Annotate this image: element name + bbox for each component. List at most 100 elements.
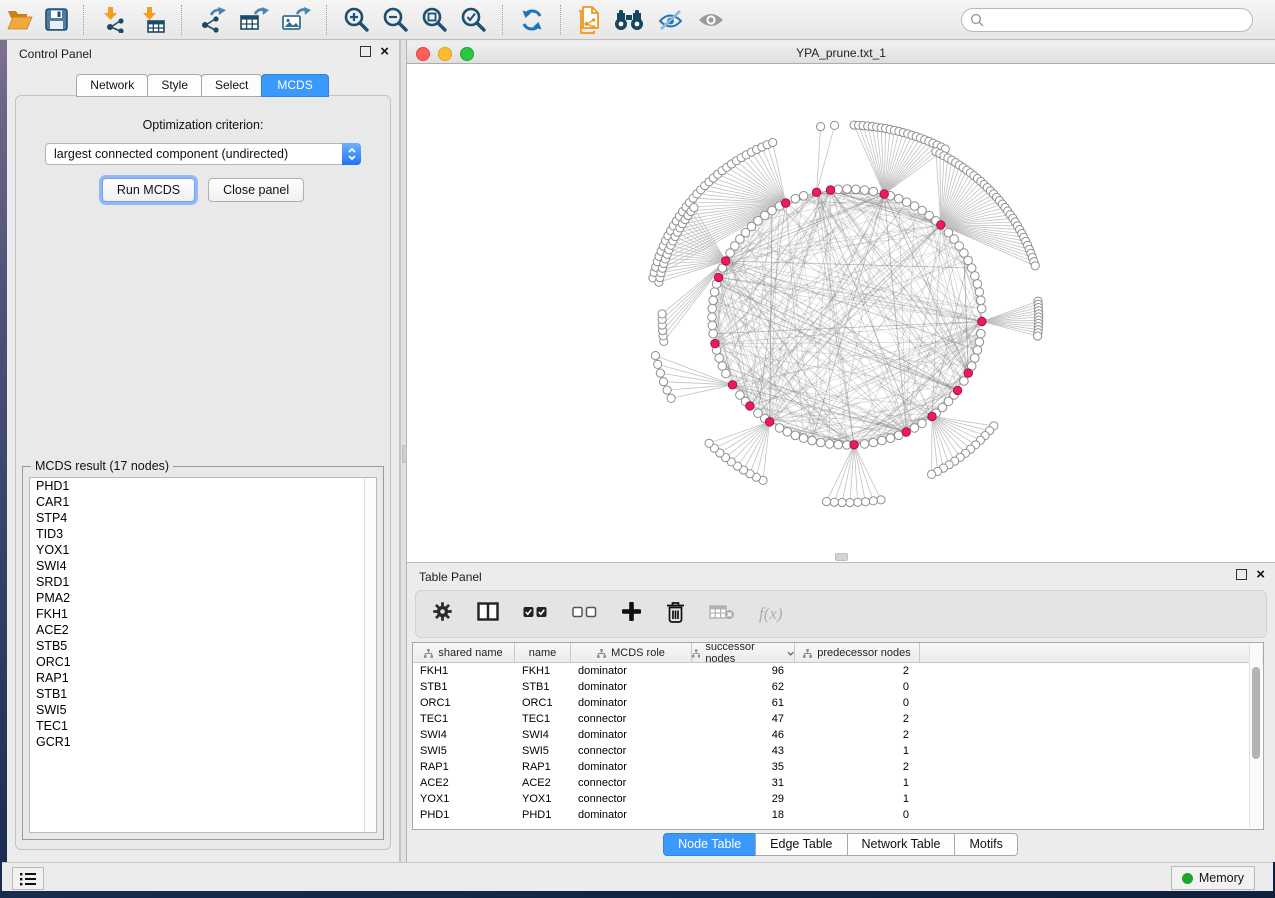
network-canvas[interactable] — [407, 64, 1275, 562]
close-panel-button[interactable]: Close panel — [208, 178, 304, 202]
mcds-result-list[interactable]: PHD1CAR1STP4TID3YOX1SWI4SRD1PMA2FKH1ACE2… — [29, 477, 377, 833]
close-panel-icon[interactable]: × — [1256, 569, 1265, 580]
window-zoom-icon[interactable] — [460, 47, 474, 61]
split-panel-icon[interactable] — [477, 602, 499, 626]
mcds-hub-node[interactable] — [964, 369, 972, 377]
mcds-hub-node[interactable] — [880, 190, 888, 198]
add-column-icon[interactable] — [621, 601, 642, 627]
network-node[interactable] — [708, 321, 717, 330]
mcds-hub-node[interactable] — [765, 418, 773, 426]
network-node[interactable] — [718, 362, 727, 371]
window-minimize-icon[interactable] — [438, 47, 452, 61]
zoom-fit-icon[interactable] — [415, 3, 454, 37]
mcds-list-scrollbar[interactable] — [364, 478, 376, 832]
column-header-name[interactable]: name — [515, 643, 571, 663]
float-panel-icon[interactable] — [360, 46, 371, 57]
delete-column-icon[interactable] — [666, 601, 685, 628]
mcds-hub-node[interactable] — [722, 257, 730, 265]
open-session-icon[interactable] — [0, 3, 39, 37]
table-row[interactable]: RAP1RAP1dominator352 — [413, 759, 1263, 775]
network-node[interactable] — [709, 296, 718, 305]
mcds-hub-node[interactable] — [902, 428, 910, 436]
table-row[interactable]: YOX1YOX1connector291 — [413, 791, 1263, 807]
network-node[interactable] — [690, 204, 698, 212]
mcds-result-item[interactable]: RAP1 — [30, 670, 376, 686]
column-header-shared-name[interactable]: shared name — [413, 643, 515, 663]
mcds-result-item[interactable]: CAR1 — [30, 494, 376, 510]
search-input[interactable] — [989, 12, 1252, 28]
close-panel-icon[interactable]: × — [380, 46, 389, 57]
network-node[interactable] — [878, 436, 887, 445]
tab-style[interactable]: Style — [147, 74, 202, 97]
mcds-result-item[interactable]: ACE2 — [30, 622, 376, 638]
network-node[interactable] — [1034, 332, 1042, 340]
mcds-hub-node[interactable] — [937, 221, 945, 229]
export-image-icon[interactable] — [275, 3, 317, 37]
mcds-hub-node[interactable] — [782, 199, 790, 207]
network-node[interactable] — [886, 434, 895, 443]
network-node[interactable] — [709, 329, 718, 338]
column-header-predecessor-nodes[interactable]: predecessor nodes — [795, 643, 920, 663]
table-row[interactable]: ORC1ORC1dominator610 — [413, 695, 1263, 711]
network-node[interactable] — [854, 498, 862, 506]
mcds-hub-node[interactable] — [728, 381, 736, 389]
network-node[interactable] — [808, 436, 817, 445]
network-node[interactable] — [775, 424, 784, 433]
network-node[interactable] — [869, 497, 877, 505]
table-row[interactable]: SWI4SWI4dominator462 — [413, 727, 1263, 743]
table-row[interactable]: TEC1TEC1connector472 — [413, 711, 1263, 727]
network-node[interactable] — [1031, 262, 1039, 270]
column-header-successor-nodes[interactable]: successor nodes — [692, 643, 795, 663]
network-node[interactable] — [817, 123, 825, 131]
table-scrollbar[interactable] — [1249, 644, 1262, 828]
canvas-splitter-grip[interactable] — [835, 553, 848, 561]
float-panel-icon[interactable] — [1236, 569, 1247, 580]
network-node[interactable] — [791, 431, 800, 440]
share-document-icon[interactable] — [571, 3, 607, 37]
table-row[interactable]: STB1STB1dominator620 — [413, 679, 1263, 695]
network-node[interactable] — [825, 440, 834, 449]
network-node[interactable] — [928, 470, 936, 478]
vertical-splitter[interactable] — [400, 40, 407, 862]
mcds-result-item[interactable]: PMA2 — [30, 590, 376, 606]
network-node[interactable] — [971, 272, 980, 281]
memory-button[interactable]: Memory — [1171, 866, 1255, 890]
network-node[interactable] — [822, 498, 830, 506]
network-node[interactable] — [816, 438, 825, 447]
mcds-hub-node[interactable] — [978, 317, 986, 325]
refresh-layout-icon[interactable] — [513, 3, 551, 37]
save-session-icon[interactable] — [39, 3, 74, 37]
zoom-out-icon[interactable] — [376, 3, 415, 37]
mcds-result-item[interactable]: STP4 — [30, 510, 376, 526]
network-node[interactable] — [659, 378, 667, 386]
mcds-result-item[interactable]: STB1 — [30, 686, 376, 702]
network-node[interactable] — [799, 434, 808, 443]
table-scrollbar-thumb[interactable] — [1252, 667, 1260, 759]
network-node[interactable] — [663, 386, 671, 394]
tab-motifs[interactable]: Motifs — [954, 833, 1017, 856]
network-node[interactable] — [877, 496, 885, 504]
tab-node-table[interactable]: Node Table — [663, 833, 756, 856]
network-node[interactable] — [975, 288, 984, 297]
deselect-all-icon[interactable] — [572, 605, 597, 623]
network-node[interactable] — [846, 499, 854, 507]
zoom-in-icon[interactable] — [337, 3, 376, 37]
network-node[interactable] — [973, 346, 982, 355]
table-row[interactable]: FKH1FKH1dominator962 — [413, 663, 1263, 679]
network-node[interactable] — [658, 310, 666, 318]
network-node[interactable] — [834, 440, 843, 449]
export-table-icon[interactable] — [233, 3, 275, 37]
network-node[interactable] — [977, 329, 986, 338]
network-node[interactable] — [973, 280, 982, 289]
tab-network-table[interactable]: Network Table — [847, 833, 956, 856]
mcds-result-item[interactable]: PHD1 — [30, 478, 376, 494]
network-node[interactable] — [869, 187, 878, 196]
task-history-button[interactable] — [12, 867, 44, 890]
table-settings-gear-icon[interactable] — [432, 601, 453, 627]
export-network-icon[interactable] — [192, 3, 233, 37]
network-node[interactable] — [736, 391, 745, 400]
mcds-hub-node[interactable] — [746, 402, 754, 410]
mcds-result-item[interactable]: FKH1 — [30, 606, 376, 622]
tab-network[interactable]: Network — [76, 74, 148, 97]
mcds-result-item[interactable]: SWI4 — [30, 558, 376, 574]
